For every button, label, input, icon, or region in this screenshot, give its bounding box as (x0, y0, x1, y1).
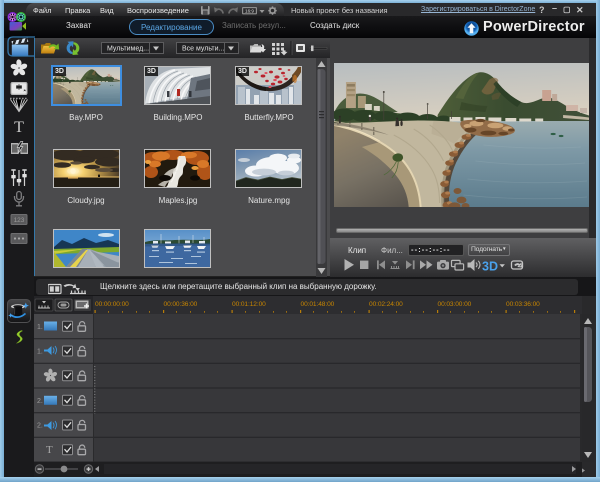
svg-text:123: 123 (14, 217, 25, 224)
svg-text:Все мульти...: Все мульти... (182, 46, 224, 53)
svg-text:T: T (14, 119, 24, 136)
svg-text:16:9: 16:9 (245, 9, 254, 14)
svg-text:Мультимед...: Мультимед... (107, 46, 149, 53)
svg-text:3D: 3D (482, 260, 498, 274)
